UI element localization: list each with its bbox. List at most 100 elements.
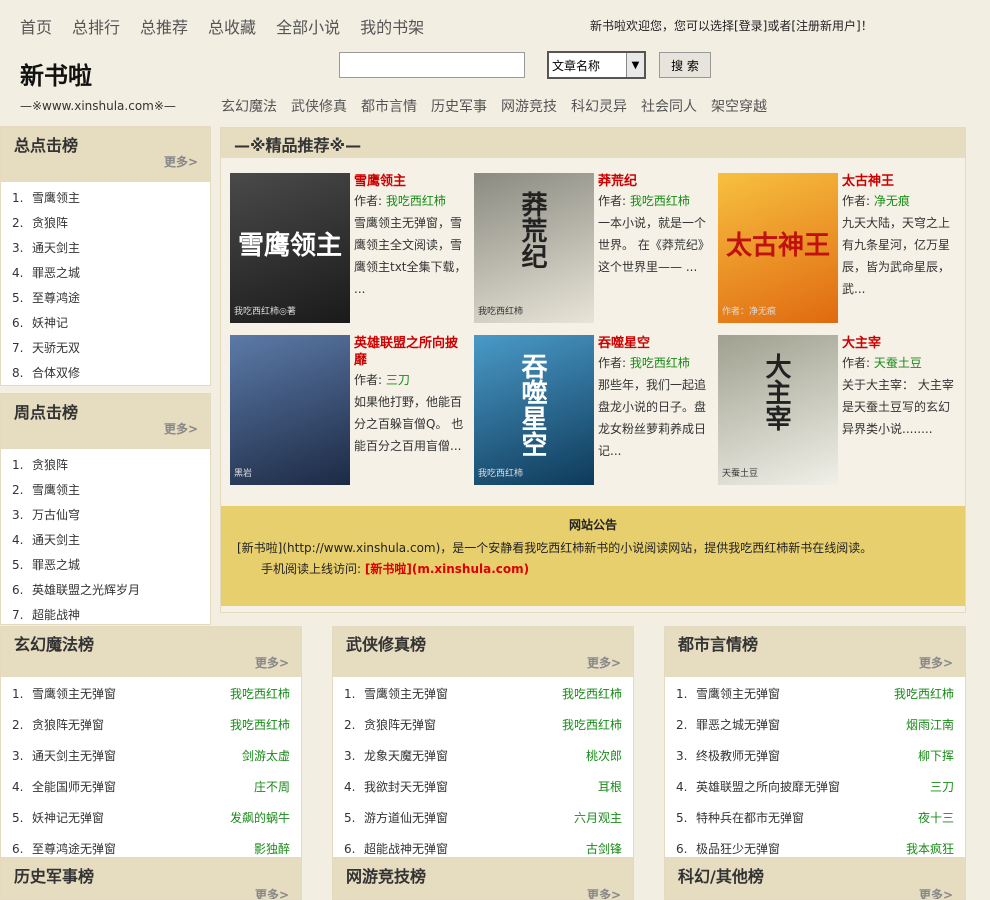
book-link[interactable]: 终极教师无弹窗: [696, 749, 780, 763]
cat-link-fantasy[interactable]: 玄幻魔法: [221, 96, 277, 116]
search-type-select[interactable]: 文章名称 ▼: [547, 51, 646, 79]
author-link[interactable]: 天蚕土豆: [874, 356, 922, 370]
book-link[interactable]: 通天剑主: [32, 241, 80, 255]
author-link[interactable]: 我吃西红柿: [562, 710, 622, 741]
nav-bookshelf-link[interactable]: 我的书架: [360, 14, 424, 38]
nav-total-favorite-link[interactable]: 总收藏: [208, 14, 256, 38]
book-link[interactable]: 特种兵在都市无弹窗: [696, 811, 804, 825]
book-title-link[interactable]: 雪鹰领主: [354, 173, 467, 190]
author-link[interactable]: 我本疯狂: [906, 834, 954, 857]
author-link[interactable]: 我吃西红柿: [386, 194, 446, 208]
book-link[interactable]: 妖神记: [32, 316, 68, 330]
book-link[interactable]: 通天剑主: [32, 533, 80, 547]
book-link[interactable]: 合体双修: [32, 366, 80, 380]
book-link[interactable]: 超能战神: [32, 608, 80, 622]
book-link[interactable]: 贪狼阵: [32, 458, 68, 472]
rank-number: 4.: [12, 780, 24, 794]
author-link[interactable]: 我吃西红柿: [894, 679, 954, 710]
book-cover[interactable]: 莽荒纪 我吃西红柿: [474, 173, 594, 323]
book-link[interactable]: 通天剑主无弹窗: [32, 749, 116, 763]
book-cover[interactable]: 太古神王 作者：净无痕: [718, 173, 838, 323]
author-link[interactable]: 古剑锋: [586, 834, 622, 857]
cat-link-urban[interactable]: 都市言情: [361, 96, 417, 116]
more-link[interactable]: 更多>: [164, 153, 198, 170]
mobile-site-link[interactable]: [新书啦](m.xinshula.com): [365, 562, 529, 576]
author-link[interactable]: 我吃西红柿: [630, 356, 690, 370]
book-link[interactable]: 雪鹰领主: [32, 483, 80, 497]
nav-all-novels-link[interactable]: 全部小说: [276, 14, 340, 38]
book-link[interactable]: 极品狂少无弹窗: [696, 842, 780, 856]
book-link[interactable]: 贪狼阵无弹窗: [364, 718, 436, 732]
author-link[interactable]: 耳根: [598, 772, 622, 803]
book-link[interactable]: 雪鹰领主无弹窗: [364, 687, 448, 701]
author-link[interactable]: 烟雨江南: [906, 710, 954, 741]
list-item: 4. 我欲封天无弹窗 耳根: [333, 772, 633, 803]
nav-total-recommend-link[interactable]: 总推荐: [140, 14, 188, 38]
cat-link-fanfic[interactable]: 社会同人: [641, 96, 697, 116]
book-title-link[interactable]: 莽荒纪: [598, 173, 711, 190]
author-link[interactable]: 三刀: [930, 772, 954, 803]
author-link[interactable]: 庄不周: [254, 772, 290, 803]
book-link[interactable]: 贪狼阵无弹窗: [32, 718, 104, 732]
author-link[interactable]: 净无痕: [874, 194, 910, 208]
panel-header: 武侠修真榜 更多>: [333, 627, 633, 677]
more-link[interactable]: 更多>: [164, 420, 198, 437]
cat-link-history[interactable]: 历史军事: [431, 96, 487, 116]
more-link[interactable]: 更多>: [255, 886, 289, 899]
book-cover[interactable]: 吞噬星空 我吃西红柿: [474, 335, 594, 485]
cat-link-wuxia[interactable]: 武侠修真: [291, 96, 347, 116]
book-link[interactable]: 超能战神无弹窗: [364, 842, 448, 856]
cat-link-game[interactable]: 网游竞技: [501, 96, 557, 116]
book-link[interactable]: 贪狼阵: [32, 216, 68, 230]
book-link[interactable]: 英雄联盟之光辉岁月: [32, 583, 140, 597]
panel-title: 玄幻魔法榜: [14, 635, 95, 654]
author-link[interactable]: 夜十三: [918, 803, 954, 834]
book-cover[interactable]: 黑岩: [230, 335, 350, 485]
more-link[interactable]: 更多>: [587, 654, 621, 671]
author-link[interactable]: 影独醉: [254, 834, 290, 857]
book-cover[interactable]: 雪鹰领主 我吃西红柿◎著: [230, 173, 350, 323]
search-button[interactable]: 搜 索: [659, 52, 711, 78]
author-link[interactable]: 柳下挥: [918, 741, 954, 772]
book-link[interactable]: 龙象天魔无弹窗: [364, 749, 448, 763]
book-link[interactable]: 罪恶之城: [32, 266, 80, 280]
book-link[interactable]: 天骄无双: [32, 341, 80, 355]
author-link[interactable]: 桃次郎: [586, 741, 622, 772]
book-title-link[interactable]: 英雄联盟之所向披靡: [354, 335, 467, 369]
book-title-link[interactable]: 太古神王: [842, 173, 955, 190]
book-link[interactable]: 雪鹰领主无弹窗: [696, 687, 780, 701]
book-link[interactable]: 雪鹰领主: [32, 191, 80, 205]
cat-link-timetravel[interactable]: 架空穿越: [711, 96, 767, 116]
more-link[interactable]: 更多>: [919, 654, 953, 671]
book-link[interactable]: 游方道仙无弹窗: [364, 811, 448, 825]
book-title-link[interactable]: 吞噬星空: [598, 335, 711, 352]
cat-link-scifi[interactable]: 科幻灵异: [571, 96, 627, 116]
author-link[interactable]: 三刀: [386, 373, 410, 387]
book-title-link[interactable]: 大主宰: [842, 335, 955, 352]
more-link[interactable]: 更多>: [255, 654, 289, 671]
book-link[interactable]: 万古仙穹: [32, 508, 80, 522]
more-link[interactable]: 更多>: [919, 886, 953, 899]
author-link[interactable]: 我吃西红柿: [562, 679, 622, 710]
author-link[interactable]: 我吃西红柿: [630, 194, 690, 208]
site-logo[interactable]: 新书啦: [20, 56, 92, 91]
book-link[interactable]: 英雄联盟之所向披靡无弹窗: [696, 780, 840, 794]
book-link[interactable]: 雪鹰领主无弹窗: [32, 687, 116, 701]
search-input[interactable]: [339, 52, 525, 78]
book-link[interactable]: 我欲封天无弹窗: [364, 780, 448, 794]
author-link[interactable]: 剑游太虚: [242, 741, 290, 772]
book-link[interactable]: 至尊鸿途无弹窗: [32, 842, 116, 856]
more-link[interactable]: 更多>: [587, 886, 621, 899]
nav-total-rank-link[interactable]: 总排行: [72, 14, 120, 38]
book-cover[interactable]: 大主宰 天蚕土豆: [718, 335, 838, 485]
author-link[interactable]: 我吃西红柿: [230, 679, 290, 710]
author-link[interactable]: 发飙的蜗牛: [230, 803, 290, 834]
book-link[interactable]: 至尊鸿途: [32, 291, 80, 305]
book-link[interactable]: 妖神记无弹窗: [32, 811, 104, 825]
nav-home-link[interactable]: 首页: [20, 14, 52, 38]
book-link[interactable]: 全能国师无弹窗: [32, 780, 116, 794]
author-link[interactable]: 我吃西红柿: [230, 710, 290, 741]
book-link[interactable]: 罪恶之城: [32, 558, 80, 572]
author-link[interactable]: 六月观主: [574, 803, 622, 834]
book-link[interactable]: 罪恶之城无弹窗: [696, 718, 780, 732]
